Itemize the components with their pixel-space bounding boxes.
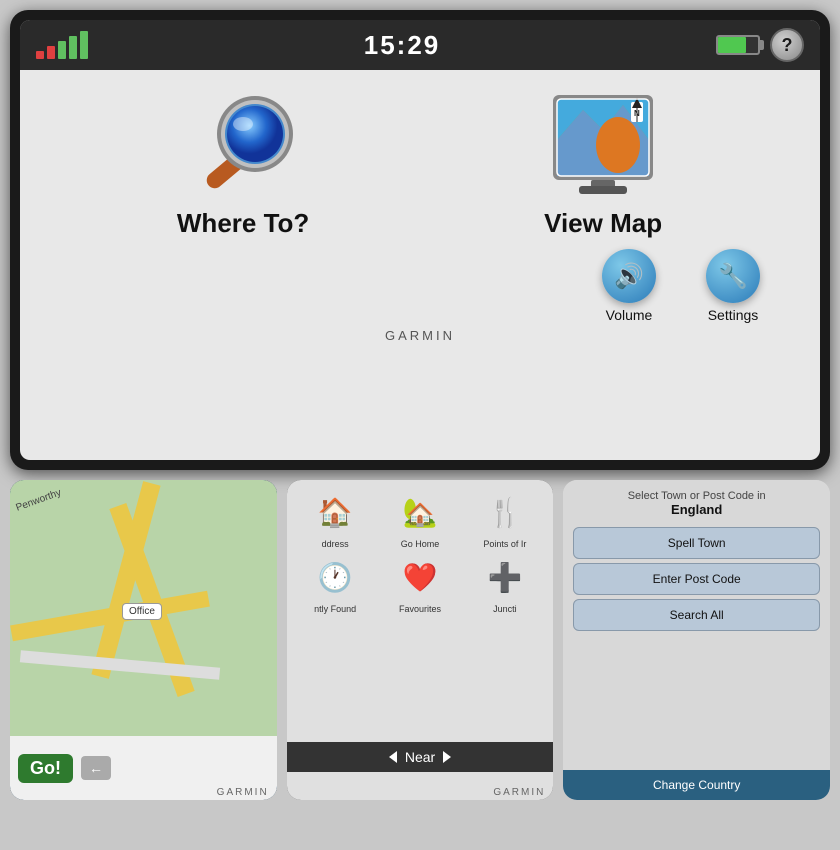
menu-grid: 🏠 ddress 🏡 Go Home 🍴 Points of Ir 🕐 ntly… [287, 480, 554, 622]
map-icon: N [543, 90, 663, 200]
near-arrow-left [389, 751, 397, 763]
top-garmin-device: 15:29 ? [10, 10, 830, 470]
road-4 [20, 650, 220, 679]
top-screen: 15:29 ? [20, 20, 820, 460]
menu-panel-inner: 🏠 ddress 🏡 Go Home 🍴 Points of Ir 🕐 ntly… [287, 480, 554, 800]
bar5 [80, 31, 88, 59]
select-options-list: Spell Town Enter Post Code Search All [563, 523, 830, 635]
select-country: England [575, 502, 818, 517]
settings-label: Settings [708, 307, 759, 323]
menu-junction[interactable]: ➕ Juncti [464, 553, 545, 614]
menu-address[interactable]: 🏠 ddress [295, 488, 376, 549]
select-header: Select Town or Post Code in England [563, 480, 830, 523]
view-map-label: View Map [544, 208, 662, 239]
menu-favourites[interactable]: ❤️ Favourites [380, 553, 461, 614]
garmin-footer-top: GARMIN [20, 323, 820, 349]
favourites-label: Favourites [399, 604, 441, 614]
map-background: Penworthy Office [10, 480, 277, 736]
help-button[interactable]: ? [770, 28, 804, 62]
address-label: ddress [322, 539, 349, 549]
near-bar[interactable]: Near [287, 742, 554, 772]
settings-icon: 🔧 [706, 249, 760, 303]
junction-icon: ➕ [479, 553, 531, 601]
menu-recently-found[interactable]: 🕐 ntly Found [295, 553, 376, 614]
address-icon: 🏠 [309, 488, 361, 536]
go-button[interactable]: Go! [18, 754, 73, 783]
garmin-brand-map: GARMIN [217, 787, 269, 798]
go-home-icon: 🏡 [394, 488, 446, 536]
place-label: Penworthy [15, 487, 63, 513]
main-menu: Where To? [20, 70, 820, 239]
volume-label: Volume [606, 307, 653, 323]
points-interest-label: Points of Ir [483, 539, 526, 549]
map-panel: Penworthy Office Go! ← GARMIN [10, 480, 277, 800]
back-button[interactable]: ← [81, 756, 111, 780]
bottom-row: Penworthy Office Go! ← GARMIN 🏠 ddress [0, 470, 840, 800]
signal-bars [36, 31, 88, 59]
enter-post-code-option[interactable]: Enter Post Code [573, 563, 820, 595]
junction-label: Juncti [493, 604, 517, 614]
garmin-brand-menu: GARMIN [493, 787, 545, 798]
where-to-button[interactable]: Where To? [177, 90, 309, 239]
favourites-icon: ❤️ [394, 553, 446, 601]
view-map-button[interactable]: N View Map [543, 90, 663, 239]
battery-help-group: ? [716, 28, 804, 62]
office-label: Office [122, 603, 162, 620]
menu-panel: 🏠 ddress 🏡 Go Home 🍴 Points of Ir 🕐 ntly… [287, 480, 554, 800]
bar2 [47, 46, 55, 59]
search-all-option[interactable]: Search All [573, 599, 820, 631]
volume-icon: 🔊 [602, 249, 656, 303]
time-display: 15:29 [364, 30, 441, 61]
go-home-label: Go Home [401, 539, 440, 549]
where-to-label: Where To? [177, 208, 309, 239]
select-panel-inner: Select Town or Post Code in England Spel… [563, 480, 830, 800]
change-country-button[interactable]: Change Country [563, 770, 830, 800]
recently-found-label: ntly Found [314, 604, 356, 614]
bar4 [69, 36, 77, 59]
select-header-line1: Select Town or Post Code in [575, 490, 818, 502]
menu-go-home[interactable]: 🏡 Go Home [380, 488, 461, 549]
bottom-buttons: 🔊 Volume 🔧 Settings [20, 239, 820, 323]
bar1 [36, 51, 44, 59]
volume-button[interactable]: 🔊 Volume [602, 249, 656, 323]
magnifier-icon [183, 90, 303, 200]
recently-found-icon: 🕐 [309, 553, 361, 601]
select-panel: Select Town or Post Code in England Spel… [563, 480, 830, 800]
menu-points-interest[interactable]: 🍴 Points of Ir [464, 488, 545, 549]
near-arrow-right [443, 751, 451, 763]
settings-button[interactable]: 🔧 Settings [706, 249, 760, 323]
near-label: Near [405, 749, 435, 765]
spell-town-option[interactable]: Spell Town [573, 527, 820, 559]
status-bar: 15:29 ? [20, 20, 820, 70]
battery-indicator [716, 35, 760, 55]
battery-fill [718, 37, 746, 53]
bar3 [58, 41, 66, 59]
points-interest-icon: 🍴 [479, 488, 531, 536]
